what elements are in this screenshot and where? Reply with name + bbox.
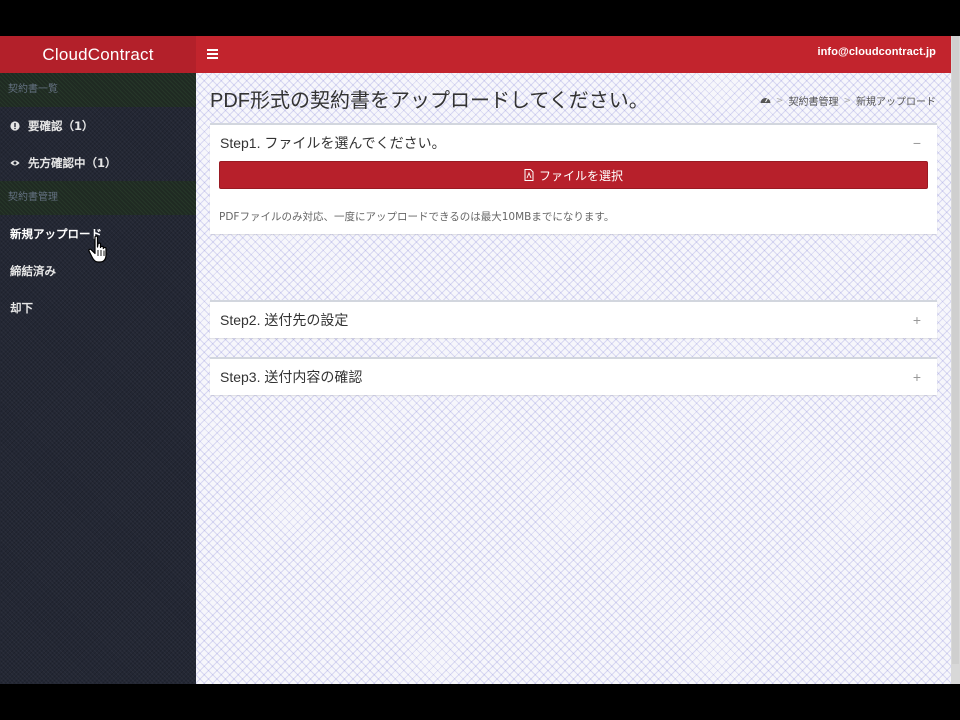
main-content: PDF形式の契約書をアップロードしてください。 > 契約書管理 > 新規アップロ… — [196, 73, 951, 684]
eye-icon — [10, 158, 20, 168]
sidebar: 契約書一覧 要確認（1） 先方確認中（1） 契約書管理 新規アップロード 締結済… — [0, 73, 196, 684]
step1-panel-header[interactable]: Step1. ファイルを選んでください。 − — [210, 125, 937, 161]
step1-title: Step1. ファイルを選んでください。 — [220, 135, 446, 151]
sidebar-item-awaiting-partner[interactable]: 先方確認中（1） — [0, 144, 196, 181]
sidebar-item-label: 要確認（1） — [28, 118, 94, 133]
sidebar-section-contract-management: 契約書管理 — [0, 181, 196, 215]
select-file-button[interactable]: ファイルを選択 — [219, 161, 928, 189]
app-window: CloudContract info@cloudcontract.jp 契約書一… — [0, 36, 951, 684]
app-logo[interactable]: CloudContract — [0, 36, 196, 73]
sidebar-item-rejected[interactable]: 却下 — [0, 289, 196, 326]
dashboard-icon[interactable] — [760, 95, 771, 107]
window-right-edge — [951, 36, 960, 684]
app-logo-text: CloudContract — [42, 44, 154, 64]
sidebar-section-contract-list: 契約書一覧 — [0, 73, 196, 107]
sidebar-item-needs-confirmation[interactable]: 要確認（1） — [0, 107, 196, 144]
exclamation-circle-icon — [10, 120, 20, 131]
breadcrumb: > 契約書管理 > 新規アップロード — [760, 93, 936, 108]
sidebar-item-label: 締結済み — [10, 263, 56, 278]
step3-title: Step3. 送付内容の確認 — [220, 369, 363, 385]
page-title: PDF形式の契約書をアップロードしてください。 — [210, 90, 649, 112]
collapse-minus-icon[interactable]: − — [907, 135, 927, 151]
sidebar-item-label: 却下 — [10, 300, 33, 315]
user-email[interactable]: info@cloudcontract.jp — [817, 46, 936, 58]
step2-panel-header[interactable]: Step2. 送付先の設定 + — [210, 302, 937, 338]
step2-panel: Step2. 送付先の設定 + — [210, 300, 937, 338]
sidebar-toggle-menu-icon[interactable] — [207, 46, 220, 62]
step2-title: Step2. 送付先の設定 — [220, 312, 349, 328]
step3-panel: Step3. 送付内容の確認 + — [210, 357, 937, 395]
hand-pointer-cursor-icon — [88, 235, 112, 263]
expand-plus-icon[interactable]: + — [907, 369, 927, 385]
top-navbar: info@cloudcontract.jp — [196, 36, 951, 73]
sidebar-item-label: 先方確認中（1） — [28, 155, 117, 170]
step1-panel-body: ファイルを選択 PDFファイルのみ対応、一度にアップロードできるのは最大10MB… — [210, 161, 937, 234]
select-file-button-label: ファイルを選択 — [538, 168, 623, 183]
step3-panel-header[interactable]: Step3. 送付内容の確認 + — [210, 359, 937, 395]
upload-help-text: PDFファイルのみ対応、一度にアップロードできるのは最大10MBまでになります。 — [219, 211, 615, 223]
pdf-file-icon — [524, 169, 534, 181]
step1-panel: Step1. ファイルを選んでください。 − ファイルを選択 PDFファイルのみ… — [210, 123, 937, 234]
breadcrumb-item-contract-management[interactable]: 契約書管理 — [788, 93, 838, 108]
breadcrumb-item-new-upload: 新規アップロード — [856, 97, 936, 108]
expand-plus-icon[interactable]: + — [907, 312, 927, 328]
